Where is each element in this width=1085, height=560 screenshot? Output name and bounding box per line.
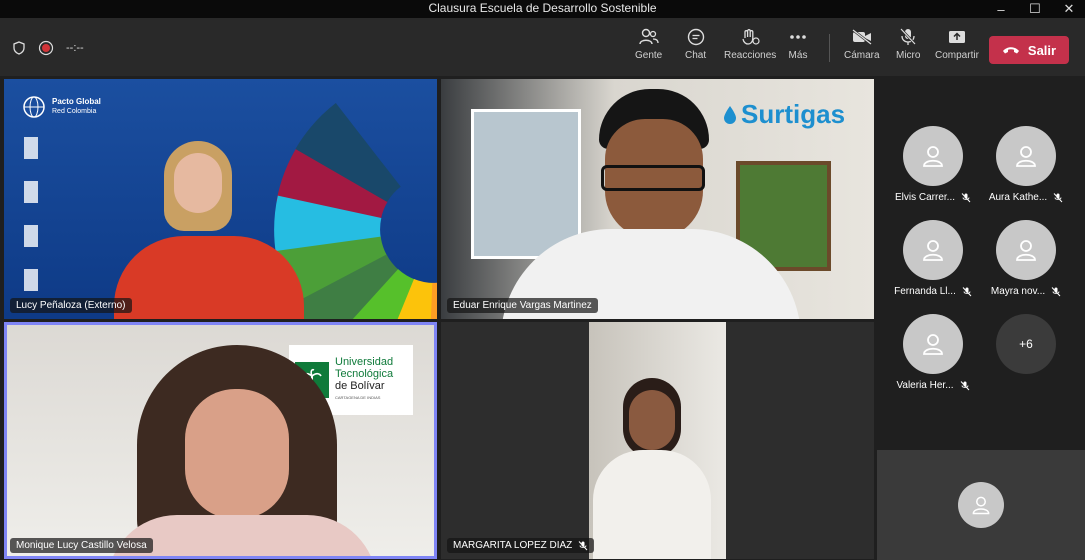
principles-icons xyxy=(24,137,70,307)
participant-name-tag: Monique Lucy Castillo Velosa xyxy=(10,538,153,553)
video-tile[interactable]: Surtigas Eduar Enrique Vargas Martinez xyxy=(441,79,874,319)
more-button[interactable]: Más xyxy=(788,28,808,61)
more-icon xyxy=(790,35,806,39)
mic-off-icon xyxy=(900,28,917,45)
toolbar-divider xyxy=(829,34,830,62)
roster-participant[interactable]: Aura Kathe... xyxy=(981,126,1071,203)
share-icon xyxy=(948,31,965,43)
chat-label: Chat xyxy=(685,50,707,61)
person-icon xyxy=(972,496,990,515)
participant-name: Valeria Her... xyxy=(896,380,954,391)
avatar xyxy=(996,220,1056,280)
meeting-toolbar: --:-- Gente Chat Reacciones Más Cámara M… xyxy=(0,18,1085,76)
camera-button[interactable]: Cámara xyxy=(844,28,880,61)
share-label: Compartir xyxy=(935,50,979,61)
video-tile-active-speaker[interactable]: Universidad Tecnológica de Bolívar CARTA… xyxy=(4,322,437,559)
org-name: Pacto Global xyxy=(52,97,101,106)
close-button[interactable]: ✕ xyxy=(1051,0,1085,18)
camera-label: Cámara xyxy=(844,50,880,61)
participant-name: Elvis Carrer... xyxy=(894,192,955,203)
participant-name: Fernanda Ll... xyxy=(894,286,956,297)
share-button[interactable]: Compartir xyxy=(935,28,979,61)
chat-icon xyxy=(687,28,704,46)
mic-off-icon xyxy=(1051,286,1061,296)
reactions-label: Reacciones xyxy=(724,50,777,61)
people-button[interactable]: Gente xyxy=(635,28,662,61)
people-icon xyxy=(638,28,659,45)
participant-name: Aura Kathe... xyxy=(988,192,1048,203)
roster-participant[interactable]: Fernanda Ll... xyxy=(888,220,978,297)
mic-off-icon xyxy=(961,192,971,202)
person-icon xyxy=(923,334,943,355)
avatar xyxy=(996,126,1056,186)
participant-name: Eduar Enrique Vargas Martinez xyxy=(453,300,592,311)
participant-video xyxy=(114,141,334,319)
more-label: Más xyxy=(788,50,808,61)
avatar xyxy=(958,482,1004,528)
roster-participant[interactable]: Elvis Carrer... xyxy=(888,126,978,203)
leave-button[interactable]: Salir xyxy=(989,36,1069,64)
self-view-tile[interactable] xyxy=(877,450,1085,560)
participant-name: Monique Lucy Castillo Velosa xyxy=(16,540,147,551)
window-title: Clausura Escuela de Desarrollo Sostenibl… xyxy=(428,1,657,15)
chat-button[interactable]: Chat xyxy=(685,28,706,61)
participant-video xyxy=(589,322,726,559)
participant-name: Lucy Peñaloza (Externo) xyxy=(16,300,126,311)
roster-participant[interactable]: Mayra nov... xyxy=(981,220,1071,297)
mic-off-icon xyxy=(962,286,972,296)
participant-name: MARGARITA LOPEZ DIAZ xyxy=(453,540,573,551)
title-bar: Clausura Escuela de Desarrollo Sostenibl… xyxy=(0,0,1085,18)
globe-icon xyxy=(23,96,45,118)
reactions-icon xyxy=(742,29,760,45)
people-label: Gente xyxy=(635,50,663,61)
org-subname: Red Colombia xyxy=(52,108,97,115)
leave-label: Salir xyxy=(1027,42,1057,58)
participant-name-tag: MARGARITA LOPEZ DIAZ xyxy=(447,538,595,553)
participant-video xyxy=(501,89,821,319)
avatar xyxy=(903,220,963,280)
shield-icon xyxy=(13,41,25,55)
reactions-button[interactable]: Reacciones xyxy=(724,28,776,61)
person-icon xyxy=(923,146,943,167)
roster-participant[interactable]: Valeria Her... xyxy=(888,314,978,391)
more-participants-button[interactable]: +6 xyxy=(981,314,1071,374)
mic-label: Micro xyxy=(896,50,921,61)
participant-name-tag: Eduar Enrique Vargas Martinez xyxy=(447,298,598,313)
un-global-compact-logo: Pacto Global Red Colombia xyxy=(22,95,101,119)
hang-up-icon xyxy=(1002,47,1019,54)
overflow-count: +6 xyxy=(996,314,1056,374)
mic-button[interactable]: Micro xyxy=(896,28,920,61)
participant-name-tag: Lucy Peñaloza (Externo) xyxy=(10,298,132,313)
mic-off-icon xyxy=(578,540,588,550)
mic-off-icon xyxy=(960,380,969,390)
recording-icon xyxy=(38,40,54,56)
participant-video xyxy=(107,345,377,556)
maximize-button[interactable]: ☐ xyxy=(1017,0,1053,18)
mic-off-icon xyxy=(1053,192,1063,202)
participant-name: Mayra nov... xyxy=(990,286,1046,297)
video-tile[interactable]: Pacto Global Red Colombia Lucy Peñaloza … xyxy=(4,79,437,319)
person-icon xyxy=(923,240,943,261)
video-tile[interactable]: MARGARITA LOPEZ DIAZ xyxy=(441,322,874,559)
person-icon xyxy=(1016,240,1036,261)
meeting-timer: --:-- xyxy=(66,42,84,54)
avatar xyxy=(903,126,963,186)
camera-off-icon xyxy=(852,29,872,45)
avatar xyxy=(903,314,963,374)
minimize-button[interactable]: – xyxy=(983,0,1019,18)
person-icon xyxy=(1016,146,1036,167)
